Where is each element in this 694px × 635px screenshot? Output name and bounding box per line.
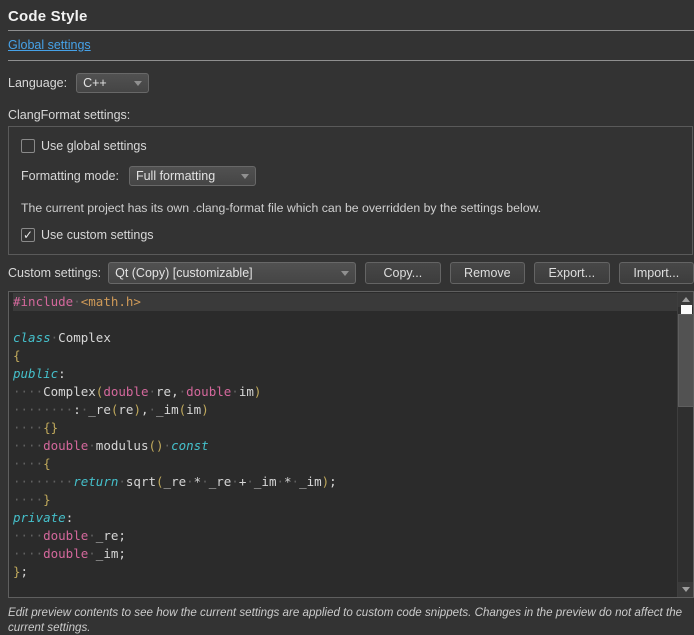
remove-button[interactable]: Remove — [450, 262, 525, 284]
title-separator — [8, 30, 694, 31]
code-line: ····{ — [13, 455, 681, 473]
use-global-settings-label: Use global settings — [41, 139, 147, 153]
code-line: ····} — [13, 491, 681, 509]
language-label: Language: — [8, 76, 67, 90]
code-line: #include·<math.h> — [13, 293, 681, 311]
use-custom-settings-checkbox[interactable]: ✓ — [21, 228, 35, 242]
page-title: Code Style — [8, 8, 694, 25]
formatting-mode-dropdown[interactable]: Full formatting — [129, 166, 256, 186]
code-style-settings-page: Code Style Global settings Language: C++… — [0, 0, 694, 632]
code-line: ····double·_re; — [13, 527, 681, 545]
formatting-mode-label: Formatting mode: — [21, 169, 119, 183]
clangformat-groupbox: Use global settings Formatting mode: Ful… — [8, 126, 693, 255]
chevron-down-icon — [341, 271, 349, 276]
chevron-down-icon — [241, 174, 249, 179]
link-separator — [8, 60, 694, 61]
language-dropdown-value: C++ — [83, 76, 107, 90]
chevron-down-icon — [134, 81, 142, 86]
clang-format-info-text: The current project has its own .clang-f… — [21, 201, 680, 215]
code-line — [13, 311, 681, 329]
preview-help-note: Edit preview contents to see how the cur… — [8, 605, 688, 635]
global-settings-link[interactable]: Global settings — [8, 38, 91, 52]
language-row: Language: C++ — [8, 73, 694, 93]
use-custom-settings-checkbox-row[interactable]: ✓ Use custom settings — [21, 228, 680, 242]
use-global-settings-checkbox[interactable] — [21, 139, 35, 153]
scrollbar-thumb[interactable] — [678, 314, 694, 407]
vertical-scrollbar[interactable] — [677, 292, 693, 597]
import-button[interactable]: Import... — [619, 262, 694, 284]
custom-settings-label: Custom settings: — [8, 266, 101, 280]
code-line: { — [13, 347, 681, 365]
triangle-up-icon — [682, 297, 690, 302]
code-line: ········return·sqrt(_re·*·_re·+·_im·*·_i… — [13, 473, 681, 491]
code-line: ····double·_im; — [13, 545, 681, 563]
language-dropdown[interactable]: C++ — [76, 73, 149, 93]
code-line: ····Complex(double·re,·double·im) — [13, 383, 681, 401]
code-line: ····double·modulus()·const — [13, 437, 681, 455]
custom-settings-row: Custom settings: Qt (Copy) [customizable… — [8, 262, 694, 284]
code-line: public: — [13, 365, 681, 383]
code-line: }; — [13, 563, 681, 581]
export-button[interactable]: Export... — [534, 262, 609, 284]
use-custom-settings-label: Use custom settings — [41, 228, 154, 242]
copy-button[interactable]: Copy... — [365, 262, 440, 284]
use-global-settings-checkbox-row[interactable]: Use global settings — [21, 139, 680, 153]
triangle-down-icon — [682, 587, 690, 592]
code-preview-editor[interactable]: #include·<math.h> class·Complex{public:·… — [8, 291, 694, 598]
cursor-position-marker — [681, 305, 692, 314]
code-line: class·Complex — [13, 329, 681, 347]
custom-settings-dropdown-value: Qt (Copy) [customizable] — [115, 266, 253, 280]
code-line: ····{} — [13, 419, 681, 437]
scroll-down-button[interactable] — [678, 582, 694, 597]
code-line: ········:·_re(re),·_im(im) — [13, 401, 681, 419]
formatting-mode-dropdown-value: Full formatting — [136, 169, 215, 183]
code-lines: #include·<math.h> class·Complex{public:·… — [9, 292, 693, 581]
clangformat-settings-label: ClangFormat settings: — [8, 108, 694, 122]
custom-settings-dropdown[interactable]: Qt (Copy) [customizable] — [108, 262, 356, 284]
formatting-mode-row: Formatting mode: Full formatting — [21, 166, 680, 186]
code-line: private: — [13, 509, 681, 527]
